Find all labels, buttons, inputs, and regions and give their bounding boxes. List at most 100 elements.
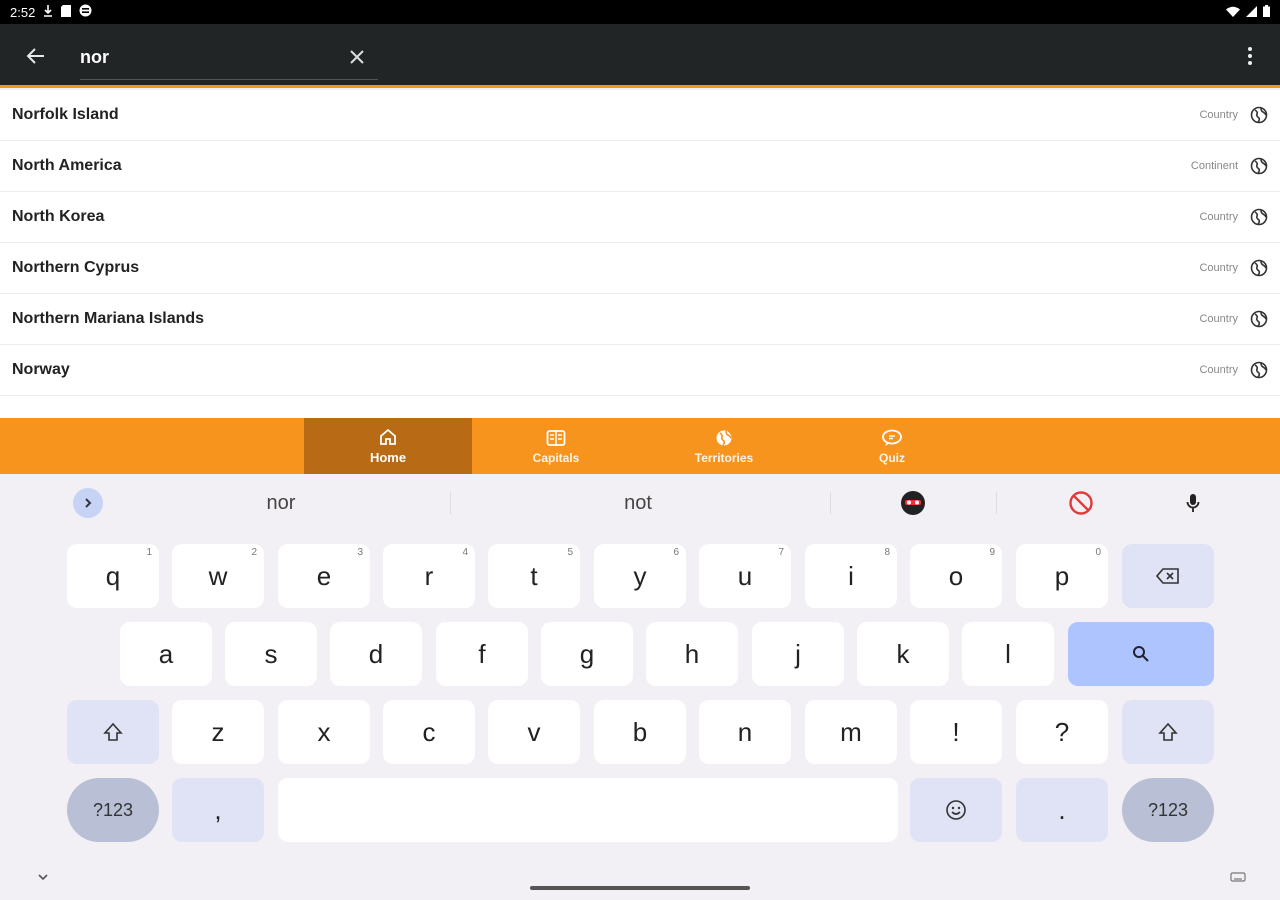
key-i[interactable]: i8 xyxy=(805,544,897,608)
shift-key-right[interactable] xyxy=(1122,700,1214,764)
expand-toolbar-button[interactable] xyxy=(73,488,103,518)
key-label: t xyxy=(530,560,538,591)
overflow-menu-button[interactable] xyxy=(1236,40,1264,72)
key-exclamation[interactable]: ! xyxy=(910,700,1002,764)
symbols-key-left[interactable]: ?123 xyxy=(67,778,159,842)
key-hint: 9 xyxy=(989,547,995,558)
key-n[interactable]: n xyxy=(699,700,791,764)
suggestion-divider xyxy=(830,492,831,514)
suggestion-divider xyxy=(450,492,451,514)
tab-capitals[interactable]: Capitals xyxy=(472,418,640,474)
suggestion-1[interactable]: nor xyxy=(200,488,362,518)
backspace-key[interactable] xyxy=(1122,544,1214,608)
key-period[interactable]: . xyxy=(1016,778,1108,842)
key-y[interactable]: y6 xyxy=(594,544,686,608)
hide-keyboard-button[interactable] xyxy=(34,870,52,884)
key-m[interactable]: m xyxy=(805,700,897,764)
result-name: Norfolk Island xyxy=(12,106,119,123)
key-c[interactable]: c xyxy=(383,700,475,764)
result-row[interactable]: Norfolk Island Country xyxy=(0,90,1280,141)
key-b[interactable]: b xyxy=(594,700,686,764)
globe-icon xyxy=(1250,106,1268,124)
key-u[interactable]: u7 xyxy=(699,544,791,608)
key-o[interactable]: o9 xyxy=(910,544,1002,608)
key-label: ? xyxy=(1054,716,1070,747)
clear-search-button[interactable] xyxy=(344,44,370,70)
key-label: e xyxy=(316,560,332,591)
key-f[interactable]: f xyxy=(436,622,528,686)
symbols-key-right[interactable]: ?123 xyxy=(1122,778,1214,842)
wifi-icon xyxy=(1226,5,1240,20)
shift-icon xyxy=(1158,722,1178,741)
tab-territories[interactable]: Territories xyxy=(640,418,808,474)
back-button[interactable] xyxy=(20,40,52,72)
battery-icon xyxy=(1263,4,1270,20)
key-q[interactable]: q1 xyxy=(67,544,159,608)
key-e[interactable]: e3 xyxy=(278,544,370,608)
key-r[interactable]: r4 xyxy=(383,544,475,608)
status-time: 2:52 xyxy=(10,4,36,20)
suggestion-2[interactable]: not xyxy=(556,488,720,518)
key-w[interactable]: w2 xyxy=(172,544,264,608)
microphone-icon xyxy=(1186,494,1200,512)
result-type: Country xyxy=(1199,313,1238,325)
key-label: . xyxy=(1058,794,1066,825)
key-label: g xyxy=(579,638,595,669)
chevron-down-icon xyxy=(38,874,48,881)
tab-home[interactable]: Home xyxy=(304,418,472,474)
key-label: , xyxy=(214,794,222,825)
key-question[interactable]: ? xyxy=(1016,700,1108,764)
key-p[interactable]: p0 xyxy=(1016,544,1108,608)
key-label: c xyxy=(422,716,436,747)
gesture-navigation-handle[interactable] xyxy=(530,886,750,890)
key-k[interactable]: k xyxy=(857,622,949,686)
emoji-kitchen-button[interactable] xyxy=(898,488,928,518)
key-x[interactable]: x xyxy=(278,700,370,764)
key-g[interactable]: g xyxy=(541,622,633,686)
key-hint: 0 xyxy=(1095,547,1101,558)
search-input[interactable] xyxy=(80,42,330,72)
voice-input-button[interactable] xyxy=(1178,488,1208,518)
key-z[interactable]: z xyxy=(172,700,264,764)
emoji-key[interactable] xyxy=(910,778,1002,842)
result-row[interactable]: Northern Mariana Islands Country xyxy=(0,294,1280,345)
sticker-icon xyxy=(901,491,925,515)
key-t[interactable]: t5 xyxy=(488,544,580,608)
key-v[interactable]: v xyxy=(488,700,580,764)
tab-label: Home xyxy=(369,450,407,465)
result-name: North Korea xyxy=(12,208,105,225)
shift-key-left[interactable] xyxy=(67,700,159,764)
result-row[interactable]: North Korea Country xyxy=(0,192,1280,243)
tab-quiz[interactable]: Quiz xyxy=(808,418,976,474)
key-label: v xyxy=(527,716,541,747)
key-label: y xyxy=(633,560,647,591)
search-key[interactable] xyxy=(1068,622,1214,686)
globe-icon xyxy=(1250,259,1268,277)
key-hint: 6 xyxy=(673,547,679,558)
key-a[interactable]: a xyxy=(120,622,212,686)
key-label: d xyxy=(368,638,384,669)
key-l[interactable]: l xyxy=(962,622,1054,686)
key-label: j xyxy=(795,638,801,669)
key-hint: 5 xyxy=(567,547,573,558)
app-bar xyxy=(0,24,1280,88)
key-hint: 3 xyxy=(357,547,363,558)
result-name: Northern Mariana Islands xyxy=(12,310,205,327)
key-label: h xyxy=(684,638,700,669)
result-row[interactable]: North America Continent xyxy=(0,141,1280,192)
result-row[interactable]: Northern Cyprus Country xyxy=(0,243,1280,294)
incognito-button[interactable] xyxy=(1066,488,1096,518)
result-row[interactable]: Norway Country xyxy=(0,345,1280,396)
key-label: b xyxy=(632,716,648,747)
key-h[interactable]: h xyxy=(646,622,738,686)
space-key[interactable] xyxy=(278,778,898,842)
key-label: z xyxy=(211,716,225,747)
key-d[interactable]: d xyxy=(330,622,422,686)
key-j[interactable]: j xyxy=(752,622,844,686)
key-s[interactable]: s xyxy=(225,622,317,686)
key-comma[interactable]: , xyxy=(172,778,264,842)
status-bar: 2:52 xyxy=(0,0,1280,24)
key-label: q xyxy=(105,560,121,591)
keyboard-switch-button[interactable] xyxy=(1228,870,1248,884)
globe-icon xyxy=(1250,157,1268,175)
